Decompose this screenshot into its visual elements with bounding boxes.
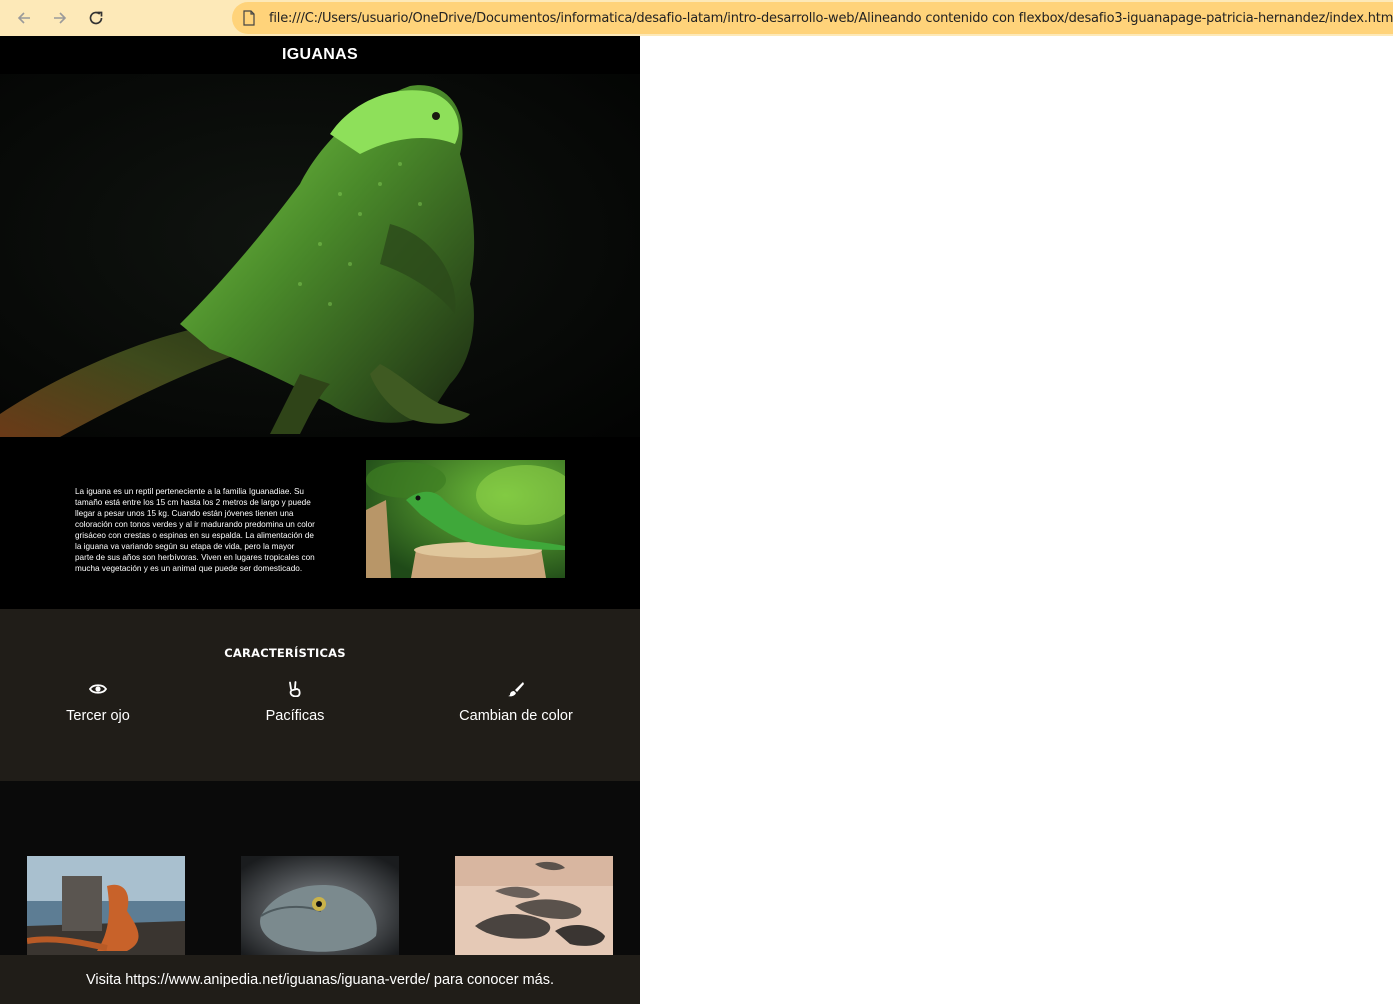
page: IGUANAS La iguana es un reptil perteneci… <box>0 36 640 1004</box>
eye-icon <box>89 684 107 694</box>
iguana-on-rocks-photo <box>27 856 185 956</box>
footer: Visita https://www.anipedia.net/iguanas/… <box>0 955 640 1004</box>
peace-hand-icon <box>289 681 301 697</box>
iguana-on-stump-photo <box>366 460 565 578</box>
marine-iguanas-beach-photo <box>455 856 613 956</box>
forward-arrow-icon <box>54 12 67 24</box>
green-iguana-closeup-photo <box>0 74 640 437</box>
file-icon <box>243 10 255 26</box>
iguana-head-photo <box>241 856 399 956</box>
address-bar[interactable]: file:///C:/Users/usuario/OneDrive/Docume… <box>232 2 1393 34</box>
feature-label: Cambian de color <box>459 708 573 724</box>
feature-label: Pacíficas <box>265 708 325 724</box>
reload-icon <box>89 11 103 25</box>
feature-cambian-de-color: Cambian de color <box>451 681 581 724</box>
paintbrush-icon <box>508 682 524 697</box>
page-header: IGUANAS <box>0 36 640 74</box>
forward-button[interactable] <box>42 0 78 36</box>
page-title: IGUANAS <box>282 46 358 63</box>
back-arrow-icon <box>17 12 30 24</box>
footer-text: Visita https://www.anipedia.net/iguanas/… <box>85 971 555 988</box>
features-section: CARACTERÍSTICAS Tercer ojo Pacíficas Cam… <box>0 609 640 781</box>
feature-label: Tercer ojo <box>66 708 130 724</box>
back-button[interactable] <box>6 0 42 36</box>
reload-button[interactable] <box>78 0 114 36</box>
feature-pacificas: Pacíficas <box>255 681 335 724</box>
browser-toolbar: file:///C:/Users/usuario/OneDrive/Docume… <box>0 0 1393 36</box>
intro-section: La iguana es un reptil perteneciente a l… <box>0 437 640 609</box>
hero-image <box>0 74 640 437</box>
features-title: CARACTERÍSTICAS <box>224 646 346 660</box>
feature-tercer-ojo: Tercer ojo <box>58 681 138 724</box>
intro-paragraph: La iguana es un reptil perteneciente a l… <box>75 487 315 573</box>
url-text[interactable]: file:///C:/Users/usuario/OneDrive/Docume… <box>269 11 1393 26</box>
